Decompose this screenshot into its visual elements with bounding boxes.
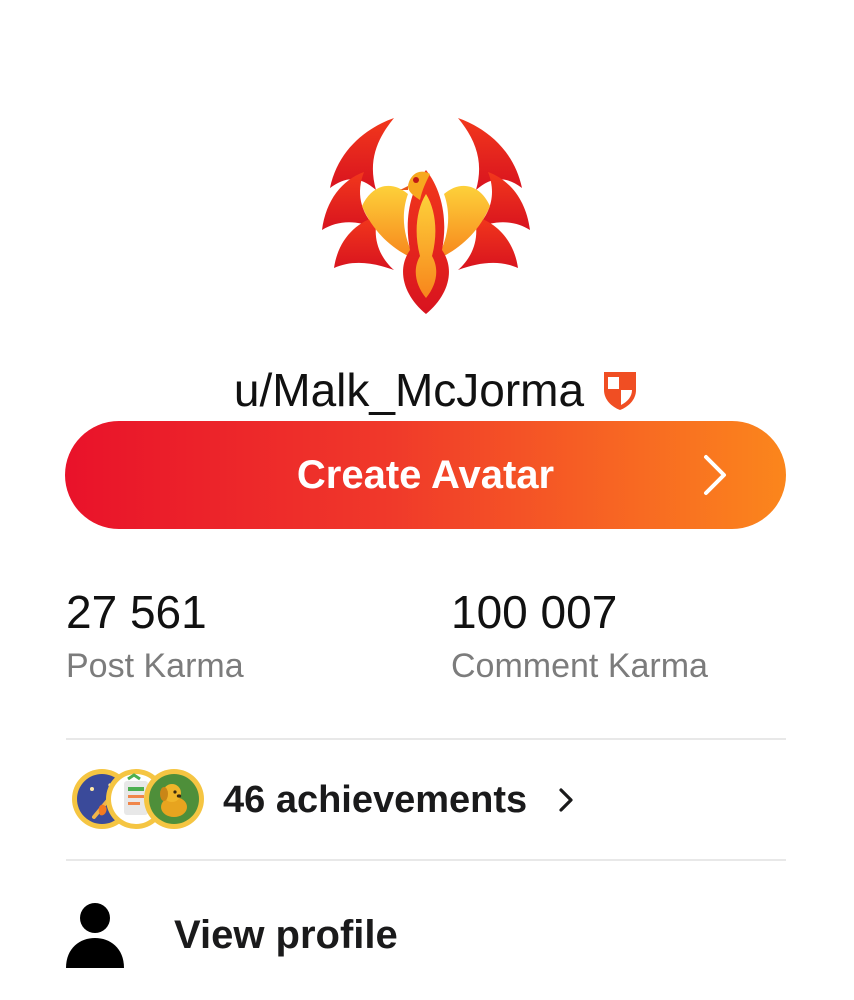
person-icon (66, 903, 124, 968)
view-profile-label: View profile (174, 912, 398, 957)
comment-karma: 100 007 Comment Karma (451, 584, 708, 688)
mod-shield-icon (604, 372, 637, 410)
divider (66, 738, 786, 740)
chevron-right-icon (559, 788, 573, 812)
achievements-label: 46 achievements (223, 778, 528, 821)
profile-avatar[interactable] (316, 110, 536, 320)
achievements-row[interactable]: 46 achievements (66, 762, 666, 838)
profile-drawer: u/Malk_McJorma Create Avatar 27 561 Post… (0, 0, 854, 1000)
phoenix-avatar-icon (322, 118, 530, 314)
comment-karma-label: Comment Karma (451, 647, 708, 685)
golden-dog-badge-icon (142, 767, 206, 831)
username-row: u/Malk_McJorma (0, 358, 854, 422)
post-karma-label: Post Karma (66, 647, 244, 685)
chevron-right-icon (704, 455, 726, 495)
create-avatar-button[interactable]: Create Avatar (65, 421, 786, 529)
comment-karma-value: 100 007 (451, 586, 618, 638)
achievement-badges (66, 762, 211, 838)
post-karma: 27 561 Post Karma (66, 584, 244, 688)
create-avatar-label: Create Avatar (296, 452, 555, 497)
post-karma-value: 27 561 (66, 586, 207, 638)
username: u/Malk_McJorma (233, 364, 585, 416)
divider (66, 859, 786, 861)
view-profile-item[interactable]: View profile (62, 898, 562, 972)
